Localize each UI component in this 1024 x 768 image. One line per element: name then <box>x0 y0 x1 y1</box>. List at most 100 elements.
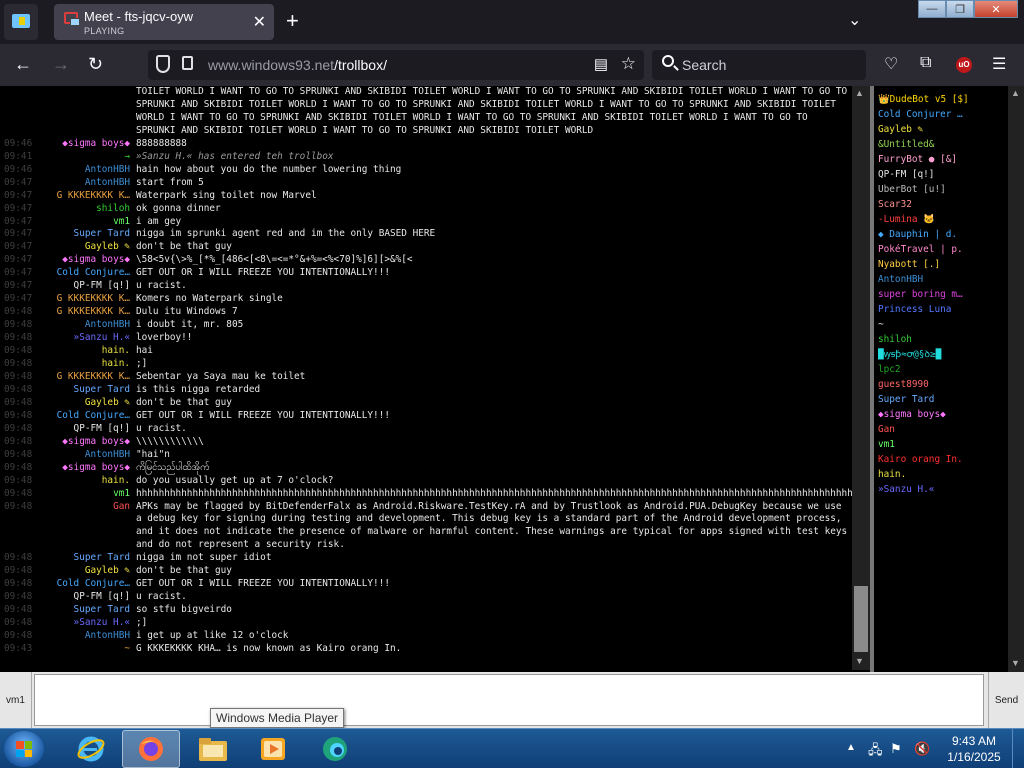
list-all-tabs-icon[interactable]: ⌄ <box>848 10 861 30</box>
online-user[interactable]: ◆ Dauphin | d. <box>878 227 1010 242</box>
message-author[interactable]: AntonHBH <box>0 319 130 332</box>
show-hidden-icons-icon[interactable]: ▲ <box>846 742 856 753</box>
scroll-down-icon[interactable]: ▼ <box>855 656 864 666</box>
edge-browser-icon[interactable] <box>306 730 364 768</box>
online-user[interactable]: AntonHBH <box>878 272 1010 287</box>
url-bar[interactable]: www.windows93.net/trollbox/ ▤ ☆ <box>148 50 644 80</box>
browser-tab[interactable]: Meet - fts-jqcv-oyw PLAYING ✕ <box>54 4 274 40</box>
action-center-flag-icon[interactable]: ⚑ <box>890 741 902 757</box>
pocket-icon[interactable]: ♡ <box>884 54 898 74</box>
nickname-label[interactable]: vm1 <box>0 672 32 728</box>
online-user[interactable]: Princess Luna <box>878 302 1010 317</box>
message-author[interactable]: AntonHBH <box>0 630 130 643</box>
send-button[interactable]: Send <box>988 672 1024 728</box>
online-user[interactable]: ~ <box>878 317 1010 332</box>
message-author[interactable]: QP-FM [q!] <box>0 591 130 604</box>
show-desktop-button[interactable] <box>1012 729 1024 768</box>
online-user[interactable]: FurryBot ● [&] <box>878 152 1010 167</box>
network-icon[interactable]: 🖧 <box>868 741 883 763</box>
online-user[interactable]: UberBot [u!] <box>878 182 1010 197</box>
message-author[interactable]: QP-FM [q!] <box>0 423 130 436</box>
scroll-down-icon[interactable]: ▼ <box>1011 658 1020 668</box>
online-user[interactable]: super boring m… <box>878 287 1010 302</box>
close-window-button[interactable]: ✕ <box>974 0 1018 18</box>
tab-close-icon[interactable]: ✕ <box>253 12 266 32</box>
scroll-up-icon[interactable]: ▲ <box>855 88 864 98</box>
file-explorer-icon[interactable] <box>184 730 242 768</box>
menu-hamburger-icon[interactable]: ☰ <box>992 54 1006 74</box>
chat-scrollbar[interactable]: ▲ ▼ <box>852 86 870 670</box>
message-author[interactable]: ~ <box>0 643 130 656</box>
start-button[interactable] <box>4 731 44 767</box>
message-author[interactable]: Gan <box>0 501 130 514</box>
message-author[interactable]: Cold Conjure… <box>0 578 130 591</box>
forward-arrow-icon[interactable]: → <box>52 54 70 75</box>
online-user[interactable]: »Sanzu H.« <box>878 482 1010 497</box>
firefox-icon[interactable] <box>122 730 180 768</box>
message-author[interactable]: QP-FM [q!] <box>0 280 130 293</box>
message-author[interactable]: ◆sigma boys◆ <box>0 254 130 267</box>
message-author[interactable]: Super Tard <box>0 228 130 241</box>
online-user[interactable]: lpc2 <box>878 362 1010 377</box>
new-tab-button[interactable]: + <box>286 8 299 34</box>
minimize-button[interactable]: — <box>918 0 946 18</box>
message-author[interactable]: Gayleb ✎ <box>0 565 130 578</box>
message-author[interactable]: → <box>0 151 130 164</box>
lock-icon[interactable] <box>182 56 193 70</box>
message-author[interactable]: ◆sigma boys◆ <box>0 436 130 449</box>
windows-media-player-icon[interactable] <box>244 730 302 768</box>
online-user[interactable]: vm1 <box>878 437 1010 452</box>
message-author[interactable]: shiloh <box>0 203 130 216</box>
message-author[interactable]: Super Tard <box>0 384 130 397</box>
online-user[interactable]: Super Tard <box>878 392 1010 407</box>
online-user[interactable]: Kairo orang In. <box>878 452 1010 467</box>
message-author[interactable]: Gayleb ✎ <box>0 241 130 254</box>
users-scrollbar[interactable]: ▲ ▼ <box>1008 86 1024 672</box>
message-author[interactable]: G KKKEKKKK K… <box>0 293 130 306</box>
message-input[interactable] <box>34 674 984 726</box>
message-author[interactable]: G KKKEKKKK K… <box>0 190 130 203</box>
message-author[interactable]: hain. <box>0 358 130 371</box>
message-author[interactable]: »Sanzu H.« <box>0 617 130 630</box>
bookmark-star-icon[interactable]: ☆ <box>621 54 636 74</box>
search-input[interactable] <box>682 55 852 75</box>
message-author[interactable]: vm1 <box>0 216 130 229</box>
message-author[interactable]: »Sanzu H.« <box>0 332 130 345</box>
message-author[interactable]: hain. <box>0 475 130 488</box>
search-bar[interactable] <box>652 50 866 80</box>
online-user[interactable]: Nyabott [.] <box>878 257 1010 272</box>
extensions-icon[interactable]: ⧉ <box>920 54 931 72</box>
online-user[interactable]: Cold Conjurer … <box>878 107 1010 122</box>
online-user[interactable]: -Lumina 🐱 <box>878 212 1010 227</box>
message-author[interactable]: Gayleb ✎ <box>0 397 130 410</box>
message-author[interactable]: vm1 <box>0 488 130 501</box>
online-user[interactable]: &Untitled& <box>878 137 1010 152</box>
message-author[interactable]: AntonHBH <box>0 177 130 190</box>
chat-log[interactable]: TOILET WORLD I WANT TO GO TO SPRUNKI AND… <box>0 86 852 672</box>
online-user[interactable]: shiloh <box>878 332 1010 347</box>
online-user[interactable]: Scar32 <box>878 197 1010 212</box>
message-author[interactable]: ◆sigma boys◆ <box>0 462 130 475</box>
reader-view-icon[interactable]: ▤ <box>594 55 608 73</box>
internet-explorer-icon[interactable] <box>62 730 120 768</box>
online-user[interactable]: 👑DudeBot v5 [$] <box>878 92 1010 107</box>
message-author[interactable]: ◆sigma boys◆ <box>0 138 130 151</box>
message-author[interactable]: Super Tard <box>0 604 130 617</box>
message-author[interactable]: Super Tard <box>0 552 130 565</box>
online-user[interactable]: ◆sigma boys◆ <box>878 407 1010 422</box>
online-user[interactable]: █ꝡꞩꝥ≈ꝍ@§ꝺ≥█ <box>878 347 1010 362</box>
url-text[interactable]: www.windows93.net/trollbox/ <box>208 57 387 73</box>
maximize-button[interactable]: ❐ <box>946 0 974 18</box>
online-user[interactable]: Gayleb ✎ <box>878 122 1010 137</box>
scroll-up-icon[interactable]: ▲ <box>1011 88 1020 98</box>
message-author[interactable]: G KKKEKKKK K… <box>0 306 130 319</box>
tracking-protection-shield-icon[interactable] <box>156 55 170 73</box>
ublock-origin-icon[interactable]: uO <box>956 57 972 73</box>
online-user[interactable]: guest8990 <box>878 377 1010 392</box>
message-author[interactable]: Cold Conjure… <box>0 410 130 423</box>
reload-icon[interactable]: ↻ <box>88 54 103 75</box>
message-author[interactable]: hain. <box>0 345 130 358</box>
volume-muted-icon[interactable]: 🔇 <box>914 741 930 757</box>
online-user[interactable]: Gan <box>878 422 1010 437</box>
trollbox-app-icon[interactable] <box>4 4 38 40</box>
